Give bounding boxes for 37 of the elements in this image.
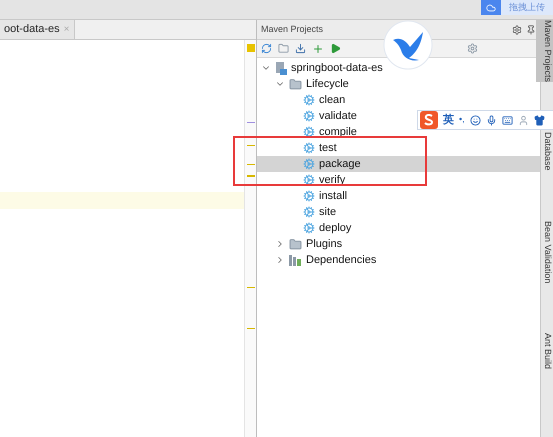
folder-icon[interactable]	[278, 43, 289, 54]
tree-item[interactable]: package	[257, 156, 540, 172]
refresh-icon[interactable]	[261, 43, 272, 54]
smile-icon[interactable]	[470, 114, 481, 126]
cloud-icon	[486, 2, 496, 12]
run-icon[interactable]	[330, 43, 341, 54]
gear-icon	[303, 126, 315, 138]
panel-title: Maven Projects	[261, 22, 324, 36]
settings-icon[interactable]	[512, 24, 522, 34]
gear-icon	[303, 142, 315, 154]
tree-item[interactable]: clean	[257, 92, 540, 108]
add-icon[interactable]	[312, 42, 324, 54]
download-icon[interactable]	[295, 43, 306, 54]
user-icon[interactable]	[518, 114, 529, 126]
punctuation-toggle[interactable]: •,	[459, 113, 465, 127]
tree-item[interactable]: site	[257, 204, 540, 220]
library-icon	[289, 254, 302, 266]
folder-icon	[289, 78, 302, 90]
module-icon	[275, 62, 287, 74]
gear-icon	[303, 110, 315, 122]
shirt-icon[interactable]	[534, 114, 545, 126]
ime-logo-icon	[424, 114, 434, 126]
folder-icon	[289, 238, 302, 250]
tree-item[interactable]: verify	[257, 172, 540, 188]
keyboard-icon[interactable]	[502, 114, 513, 126]
tree-item[interactable]: install	[257, 188, 540, 204]
gear-icon	[303, 222, 315, 234]
microphone-icon[interactable]	[486, 114, 497, 126]
gear-icon	[303, 94, 315, 106]
gear-icon	[303, 206, 315, 218]
gear-icon	[303, 190, 315, 202]
gear-icon	[303, 174, 315, 186]
side-tab[interactable]: Ant Build	[536, 332, 553, 369]
gear-icon	[303, 158, 315, 170]
editor-tab[interactable]: oot-data-es ×	[0, 20, 74, 39]
side-tab[interactable]: Maven Projects	[536, 20, 553, 82]
pin-icon[interactable]	[526, 24, 536, 34]
